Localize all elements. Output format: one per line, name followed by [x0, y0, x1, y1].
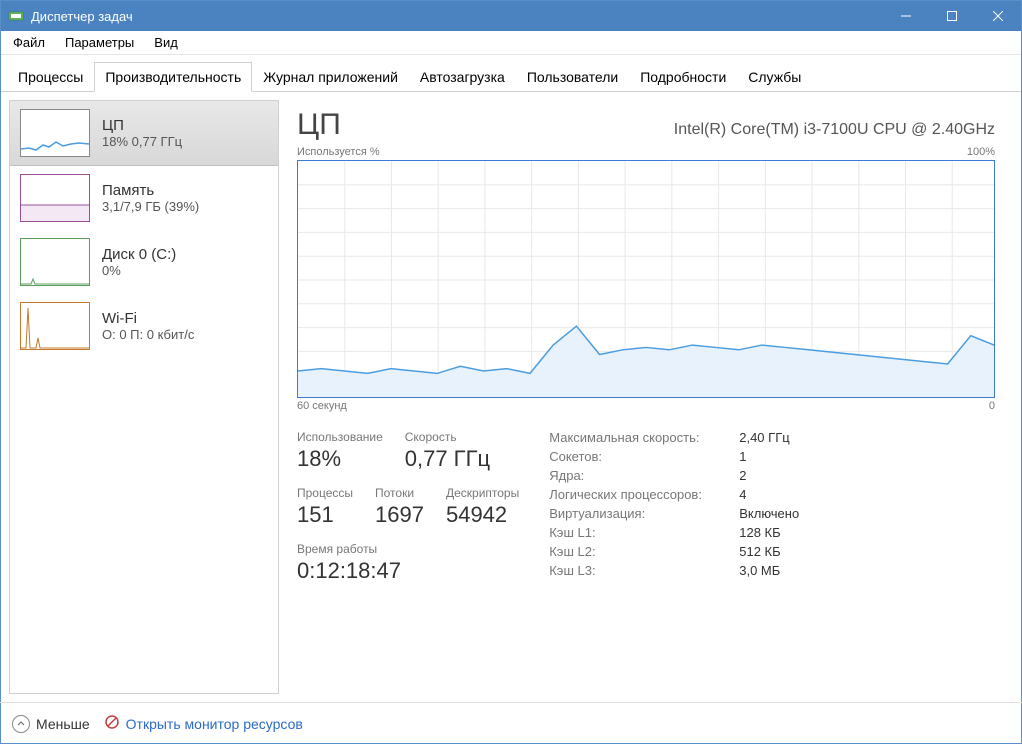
page-title: ЦП [297, 108, 341, 142]
sidebar-item-label: Wi-Fi [102, 310, 194, 327]
sidebar-item-label: Память [102, 182, 199, 199]
tab-app-history[interactable]: Журнал приложений [252, 62, 409, 92]
sidebar-item-sub: 0% [102, 263, 176, 278]
sidebar-item-disk[interactable]: Диск 0 (C:) 0% [10, 230, 278, 294]
menu-file[interactable]: Файл [3, 32, 55, 53]
minimize-button[interactable] [883, 1, 929, 31]
tab-services[interactable]: Службы [737, 62, 812, 92]
close-button[interactable] [975, 1, 1021, 31]
resource-monitor-icon [104, 714, 120, 733]
info-label-virt: Виртуализация: [549, 506, 739, 521]
tabs: Процессы Производительность Журнал прило… [1, 55, 1021, 92]
memory-thumb [20, 174, 90, 222]
stat-value-handles: 54942 [446, 502, 519, 528]
maximize-button[interactable] [929, 1, 975, 31]
info-label-l1: Кэш L1: [549, 525, 739, 540]
tab-processes[interactable]: Процессы [7, 62, 94, 92]
open-resource-monitor-label: Открыть монитор ресурсов [126, 716, 303, 732]
tab-startup[interactable]: Автозагрузка [409, 62, 516, 92]
menu-options[interactable]: Параметры [55, 32, 144, 53]
main-panel: ЦП Intel(R) Core(TM) i3-7100U CPU @ 2.40… [279, 100, 1013, 694]
info-value-virt: Включено [739, 506, 799, 521]
stat-label-processes: Процессы [297, 486, 353, 500]
info-label-logical: Логических процессоров: [549, 487, 739, 502]
info-value-l1: 128 КБ [739, 525, 780, 540]
footer: Меньше Открыть монитор ресурсов [0, 702, 1022, 744]
info-value-sockets: 1 [739, 449, 746, 464]
cpu-model: Intel(R) Core(TM) i3-7100U CPU @ 2.40GHz [674, 121, 995, 139]
stat-label-handles: Дескрипторы [446, 486, 519, 500]
fewer-details-button[interactable]: Меньше [12, 715, 90, 733]
sidebar-item-sub: 3,1/7,9 ГБ (39%) [102, 199, 199, 214]
cpu-thumb [20, 109, 90, 157]
info-label-maxspeed: Максимальная скорость: [549, 430, 739, 445]
sidebar-item-wifi[interactable]: Wi-Fi О: 0 П: 0 кбит/с [10, 294, 278, 358]
chart-label-tr: 100% [967, 146, 995, 158]
chart-label-br: 0 [989, 400, 995, 412]
fewer-details-label: Меньше [36, 716, 90, 732]
info-label-sockets: Сокетов: [549, 449, 739, 464]
sidebar: ЦП 18% 0,77 ГГц Память 3,1/7,9 ГБ (39%) … [9, 100, 279, 694]
info-label-cores: Ядра: [549, 468, 739, 483]
tab-performance[interactable]: Производительность [94, 62, 252, 92]
sidebar-item-label: Диск 0 (C:) [102, 246, 176, 263]
stat-label-uptime: Время работы [297, 542, 401, 556]
tab-details[interactable]: Подробности [629, 62, 737, 92]
window-title: Диспетчер задач [31, 9, 883, 24]
tab-users[interactable]: Пользователи [516, 62, 629, 92]
info-label-l3: Кэш L3: [549, 563, 739, 578]
stat-value-speed: 0,77 ГГц [405, 446, 490, 472]
stat-value-processes: 151 [297, 502, 353, 528]
info-label-l2: Кэш L2: [549, 544, 739, 559]
menu-view[interactable]: Вид [144, 32, 188, 53]
stat-value-utilization: 18% [297, 446, 383, 472]
sidebar-item-memory[interactable]: Память 3,1/7,9 ГБ (39%) [10, 166, 278, 230]
info-value-maxspeed: 2,40 ГГц [739, 430, 789, 445]
cpu-chart[interactable] [297, 160, 995, 398]
menubar: Файл Параметры Вид [1, 31, 1021, 55]
disk-thumb [20, 238, 90, 286]
wifi-thumb [20, 302, 90, 350]
stat-value-uptime: 0:12:18:47 [297, 558, 401, 584]
chevron-up-icon [12, 715, 30, 733]
app-icon [8, 8, 24, 24]
chart-label-bl: 60 секунд [297, 400, 347, 412]
chart-label-tl: Используется % [297, 146, 380, 158]
sidebar-item-label: ЦП [102, 117, 182, 134]
stat-value-threads: 1697 [375, 502, 424, 528]
info-value-l2: 512 КБ [739, 544, 780, 559]
info-value-cores: 2 [739, 468, 746, 483]
sidebar-item-sub: О: 0 П: 0 кбит/с [102, 327, 194, 342]
stat-label-threads: Потоки [375, 486, 424, 500]
titlebar: Диспетчер задач [1, 1, 1021, 31]
info-value-logical: 4 [739, 487, 746, 502]
sidebar-item-cpu[interactable]: ЦП 18% 0,77 ГГц [10, 101, 278, 166]
info-value-l3: 3,0 МБ [739, 563, 780, 578]
stat-label-utilization: Использование [297, 430, 383, 444]
sidebar-item-sub: 18% 0,77 ГГц [102, 134, 182, 149]
stat-label-speed: Скорость [405, 430, 490, 444]
open-resource-monitor-link[interactable]: Открыть монитор ресурсов [104, 714, 303, 733]
